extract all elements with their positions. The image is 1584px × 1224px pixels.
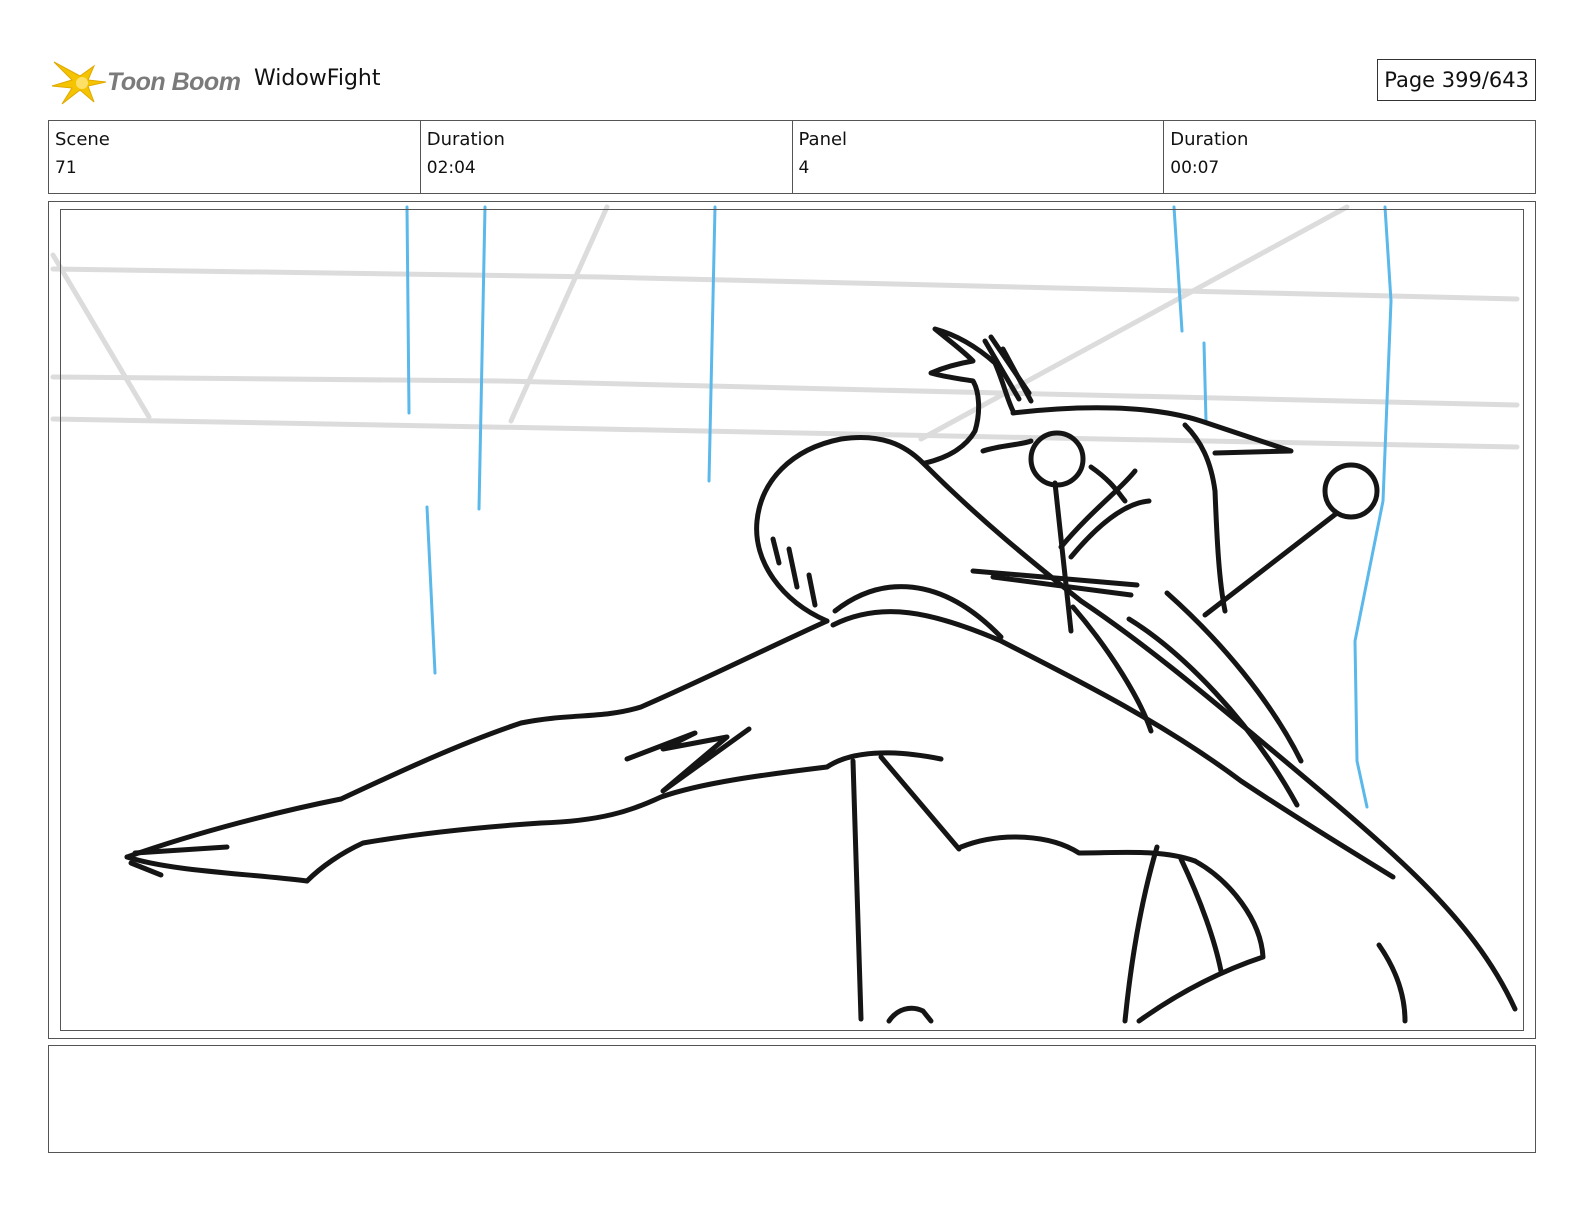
caption-box [48,1045,1536,1153]
panel-label: Panel [798,129,848,150]
panel-duration-cell: Duration 00:07 [1164,121,1535,193]
panel-duration-label: Duration [1170,129,1249,150]
page-indicator: Page 399/643 [1377,59,1536,101]
panel-cell: Panel 4 [793,121,1165,193]
toon-boom-logo: Toon Boom [50,56,246,108]
scene-label: Scene [55,129,110,150]
panel-frame [48,201,1536,1039]
storyboard-header: Toon Boom WidowFight Page 399/643 [48,52,1536,108]
scene-value: 71 [55,158,77,178]
scene-cell: Scene 71 [49,121,421,193]
panel-value: 4 [798,158,810,178]
panel-duration-value: 00:07 [1170,158,1220,178]
scene-duration-label: Duration [426,129,505,150]
scene-duration-cell: Duration 02:04 [421,121,793,193]
project-title: WidowFight [254,66,381,91]
panel-image-border [60,209,1524,1031]
logo-star-icon [51,61,107,105]
scene-duration-value: 02:04 [426,158,476,178]
logo-text: Toon Boom [107,68,241,96]
scene-info-table: Scene 71 Duration 02:04 Panel 4 Duration… [48,120,1536,194]
